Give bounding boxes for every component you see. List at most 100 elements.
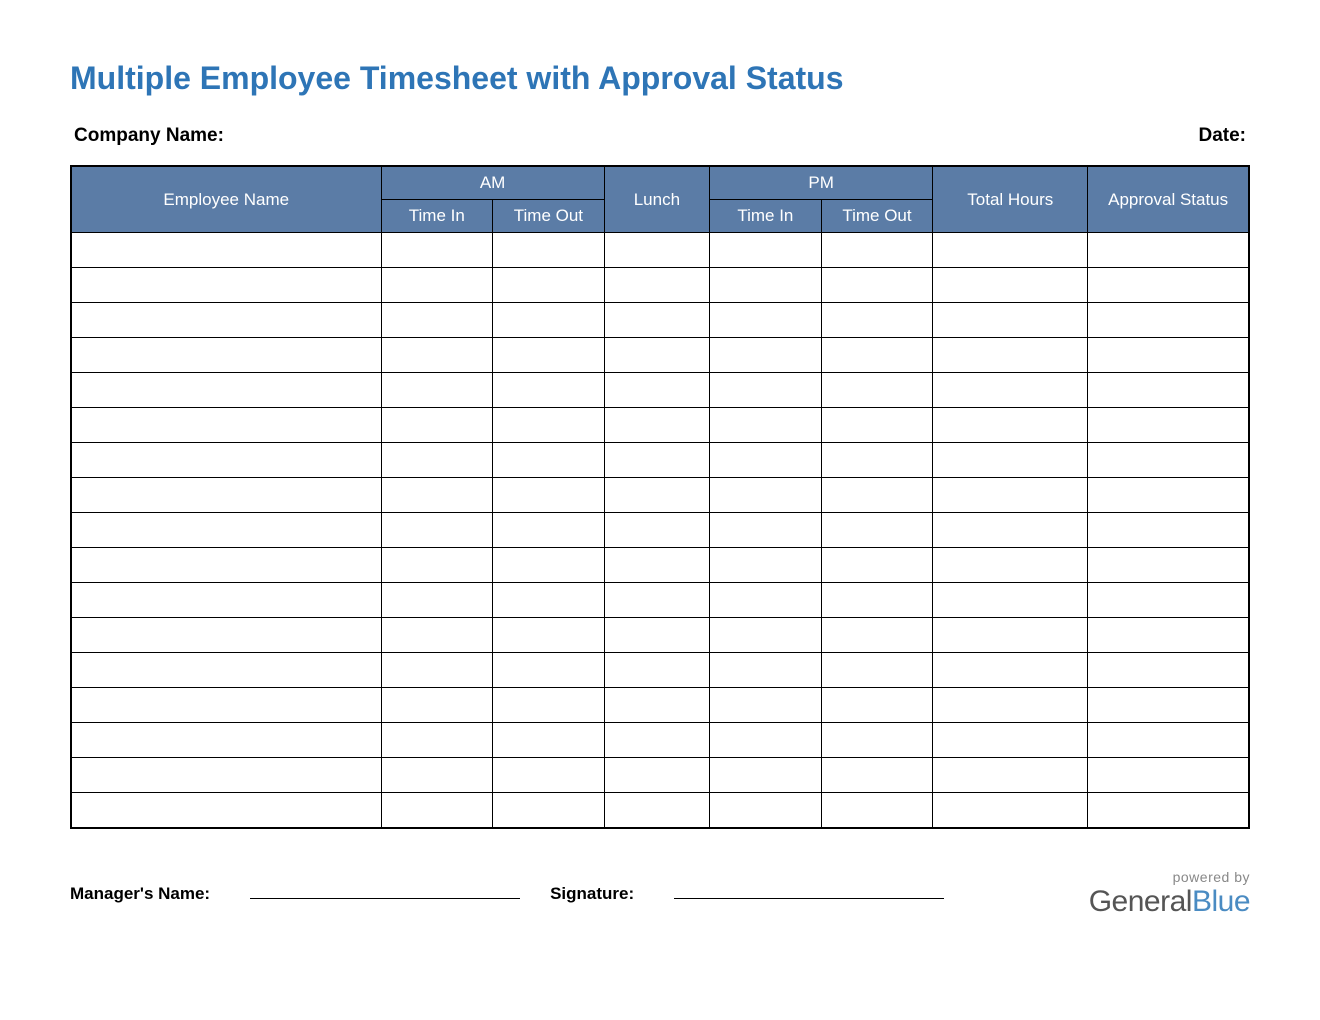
table-cell[interactable] [71, 373, 381, 408]
table-cell[interactable] [933, 303, 1088, 338]
table-cell[interactable] [493, 758, 605, 793]
table-cell[interactable] [604, 303, 709, 338]
table-cell[interactable] [604, 618, 709, 653]
table-cell[interactable] [604, 548, 709, 583]
table-cell[interactable] [710, 303, 822, 338]
table-cell[interactable] [493, 233, 605, 268]
table-cell[interactable] [710, 618, 822, 653]
table-cell[interactable] [1088, 478, 1249, 513]
table-cell[interactable] [71, 723, 381, 758]
table-cell[interactable] [1088, 583, 1249, 618]
table-cell[interactable] [493, 548, 605, 583]
table-cell[interactable] [493, 723, 605, 758]
table-cell[interactable] [604, 583, 709, 618]
table-cell[interactable] [821, 268, 933, 303]
table-cell[interactable] [1088, 268, 1249, 303]
table-cell[interactable] [71, 583, 381, 618]
table-cell[interactable] [71, 688, 381, 723]
table-cell[interactable] [381, 478, 493, 513]
table-cell[interactable] [381, 618, 493, 653]
table-cell[interactable] [71, 548, 381, 583]
table-cell[interactable] [604, 793, 709, 828]
table-cell[interactable] [381, 653, 493, 688]
table-cell[interactable] [1088, 758, 1249, 793]
table-cell[interactable] [604, 443, 709, 478]
table-cell[interactable] [604, 233, 709, 268]
table-cell[interactable] [71, 653, 381, 688]
table-cell[interactable] [1088, 548, 1249, 583]
table-cell[interactable] [381, 268, 493, 303]
table-cell[interactable] [821, 793, 933, 828]
table-cell[interactable] [710, 548, 822, 583]
table-cell[interactable] [821, 513, 933, 548]
table-cell[interactable] [710, 478, 822, 513]
signature-line[interactable] [674, 869, 944, 899]
table-cell[interactable] [933, 653, 1088, 688]
table-cell[interactable] [1088, 443, 1249, 478]
table-cell[interactable] [821, 338, 933, 373]
table-cell[interactable] [381, 338, 493, 373]
table-cell[interactable] [1088, 303, 1249, 338]
table-cell[interactable] [710, 443, 822, 478]
table-cell[interactable] [71, 758, 381, 793]
table-cell[interactable] [1088, 408, 1249, 443]
manager-name-line[interactable] [250, 869, 520, 899]
table-cell[interactable] [71, 478, 381, 513]
table-cell[interactable] [710, 268, 822, 303]
table-cell[interactable] [381, 723, 493, 758]
table-cell[interactable] [1088, 233, 1249, 268]
table-cell[interactable] [71, 303, 381, 338]
table-cell[interactable] [493, 618, 605, 653]
table-cell[interactable] [821, 233, 933, 268]
table-cell[interactable] [381, 408, 493, 443]
table-cell[interactable] [710, 688, 822, 723]
table-cell[interactable] [493, 303, 605, 338]
table-cell[interactable] [493, 408, 605, 443]
table-cell[interactable] [1088, 793, 1249, 828]
table-cell[interactable] [604, 513, 709, 548]
table-cell[interactable] [933, 618, 1088, 653]
table-cell[interactable] [821, 408, 933, 443]
table-cell[interactable] [710, 513, 822, 548]
table-cell[interactable] [493, 338, 605, 373]
table-cell[interactable] [381, 583, 493, 618]
table-cell[interactable] [493, 268, 605, 303]
table-cell[interactable] [821, 723, 933, 758]
table-cell[interactable] [1088, 373, 1249, 408]
table-cell[interactable] [933, 548, 1088, 583]
table-cell[interactable] [71, 408, 381, 443]
table-cell[interactable] [821, 303, 933, 338]
table-cell[interactable] [604, 688, 709, 723]
table-cell[interactable] [381, 443, 493, 478]
table-cell[interactable] [493, 583, 605, 618]
table-cell[interactable] [821, 583, 933, 618]
table-cell[interactable] [1088, 723, 1249, 758]
table-cell[interactable] [1088, 653, 1249, 688]
table-cell[interactable] [933, 513, 1088, 548]
table-cell[interactable] [933, 688, 1088, 723]
table-cell[interactable] [933, 268, 1088, 303]
table-cell[interactable] [710, 758, 822, 793]
table-cell[interactable] [604, 758, 709, 793]
table-cell[interactable] [493, 373, 605, 408]
table-cell[interactable] [381, 233, 493, 268]
table-cell[interactable] [604, 723, 709, 758]
table-cell[interactable] [1088, 513, 1249, 548]
table-cell[interactable] [493, 443, 605, 478]
table-cell[interactable] [933, 373, 1088, 408]
table-cell[interactable] [71, 618, 381, 653]
table-cell[interactable] [381, 373, 493, 408]
table-cell[interactable] [933, 793, 1088, 828]
table-cell[interactable] [493, 478, 605, 513]
table-cell[interactable] [381, 303, 493, 338]
table-cell[interactable] [710, 233, 822, 268]
table-cell[interactable] [710, 338, 822, 373]
table-cell[interactable] [604, 373, 709, 408]
table-cell[interactable] [933, 478, 1088, 513]
table-cell[interactable] [493, 513, 605, 548]
table-cell[interactable] [933, 338, 1088, 373]
table-cell[interactable] [933, 233, 1088, 268]
table-cell[interactable] [710, 793, 822, 828]
table-cell[interactable] [381, 513, 493, 548]
table-cell[interactable] [933, 583, 1088, 618]
